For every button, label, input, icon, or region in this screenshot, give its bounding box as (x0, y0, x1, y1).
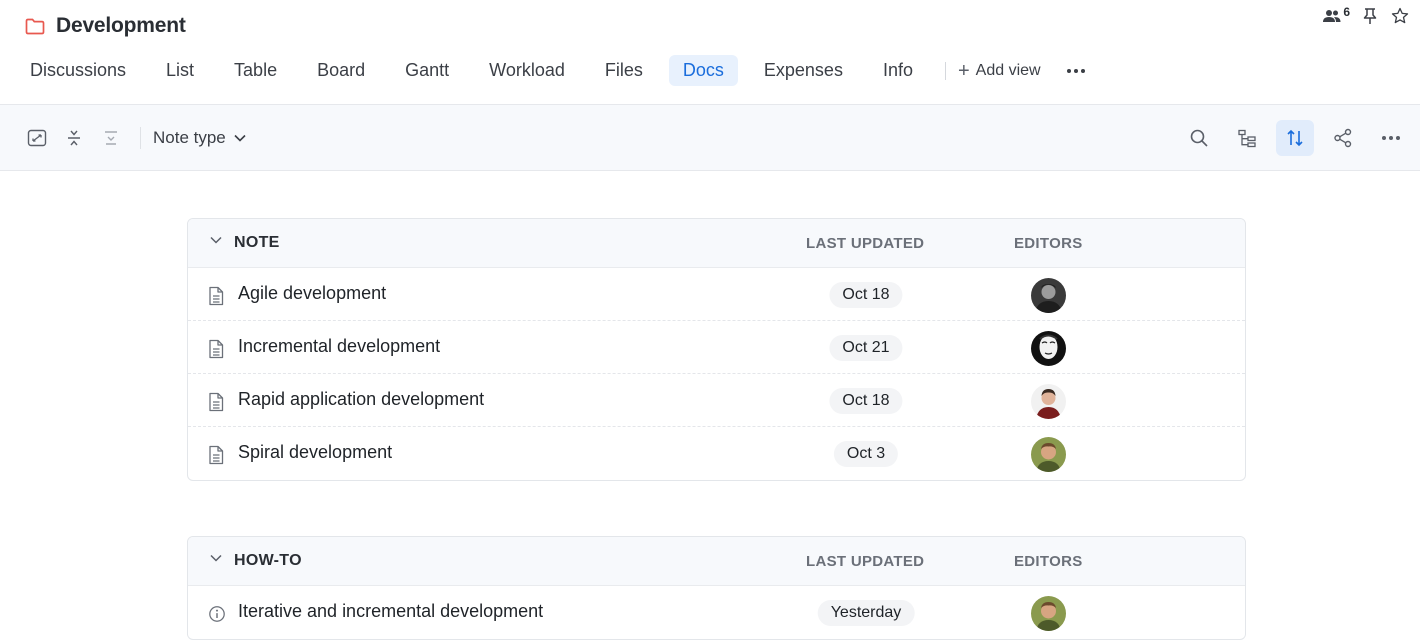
note-type-dropdown[interactable]: Note type (153, 128, 246, 148)
expand-icon[interactable] (26, 127, 48, 149)
info-icon (208, 604, 226, 624)
member-count: 6 (1343, 5, 1350, 19)
avatar[interactable] (1031, 331, 1066, 366)
members-icon (1323, 10, 1341, 22)
page-title: Development (56, 14, 186, 37)
last-updated-badge: Oct 3 (833, 441, 899, 467)
folder-icon (24, 15, 46, 37)
tab-workload[interactable]: Workload (475, 55, 579, 86)
collapse-icon[interactable] (63, 127, 85, 149)
document-icon (208, 286, 226, 306)
chevron-down-icon[interactable] (210, 554, 224, 568)
last-updated-badge: Oct 21 (829, 335, 903, 361)
share-icon[interactable] (1324, 120, 1362, 156)
tabs-divider (944, 61, 946, 80)
tree-view-icon[interactable] (1228, 120, 1266, 156)
tab-table[interactable]: Table (220, 55, 291, 86)
toolbar-right (1180, 120, 1410, 156)
doc-row[interactable]: Rapid application development Oct 18 (188, 374, 1245, 427)
last-updated-badge: Oct 18 (829, 282, 903, 308)
doc-title[interactable]: Iterative and incremental development (238, 601, 543, 622)
group-header: NOTE LAST UPDATED EDITORS (188, 219, 1245, 268)
docs-toolbar: Note type (0, 105, 1420, 171)
tab-gantt[interactable]: Gantt (391, 55, 463, 86)
title-row: Development (24, 14, 186, 38)
doc-title[interactable]: Rapid application development (238, 389, 484, 410)
tab-info[interactable]: Info (869, 55, 927, 86)
avatar[interactable] (1031, 437, 1066, 472)
tab-docs[interactable]: Docs (668, 55, 738, 86)
chevron-down-icon (234, 134, 246, 142)
doc-row[interactable]: Incremental development Oct 21 (188, 321, 1245, 374)
document-icon (208, 339, 226, 359)
tab-expenses[interactable]: Expenses (750, 55, 857, 86)
tab-board[interactable]: Board (303, 55, 379, 86)
more-icon[interactable] (1372, 120, 1410, 156)
collapse-all-icon[interactable] (100, 127, 122, 149)
plus-icon: + (957, 59, 970, 82)
search-icon[interactable] (1180, 120, 1218, 156)
toolbar-left: Note type (26, 127, 246, 149)
star-icon[interactable] (1390, 6, 1410, 26)
last-updated-badge: Yesterday (817, 600, 915, 626)
add-view-label: Add view (975, 61, 1041, 79)
avatar[interactable] (1031, 596, 1066, 631)
column-editors[interactable]: EDITORS (1014, 553, 1083, 570)
avatar[interactable] (1031, 384, 1066, 419)
doc-row[interactable]: Agile development Oct 18 (188, 268, 1245, 321)
pin-icon[interactable] (1360, 6, 1380, 26)
tab-list[interactable]: List (152, 55, 208, 86)
note-type-label: Note type (153, 128, 226, 147)
last-updated-badge: Oct 18 (829, 388, 903, 414)
column-last-updated[interactable]: LAST UPDATED (806, 235, 924, 252)
doc-title[interactable]: Agile development (238, 283, 386, 304)
group-header: HOW-TO LAST UPDATED EDITORS (188, 537, 1245, 586)
toolbar-divider (140, 127, 141, 149)
group-title: HOW-TO (234, 552, 302, 569)
group-note: NOTE LAST UPDATED EDITORS Agile developm… (187, 218, 1246, 481)
sort-icon[interactable] (1276, 120, 1314, 156)
tab-files[interactable]: Files (591, 55, 657, 86)
tab-discussions[interactable]: Discussions (16, 55, 140, 86)
doc-title[interactable]: Incremental development (238, 336, 440, 357)
avatar[interactable] (1031, 278, 1066, 313)
document-icon (208, 392, 226, 412)
column-editors[interactable]: EDITORS (1014, 235, 1083, 252)
view-tabs: Discussions List Table Board Gantt Workl… (16, 55, 1085, 86)
doc-row[interactable]: Iterative and incremental development Ye… (188, 586, 1245, 639)
header-actions: 6 (1322, 5, 1410, 26)
document-icon (208, 445, 226, 465)
chevron-down-icon[interactable] (210, 236, 224, 250)
group-how-to: HOW-TO LAST UPDATED EDITORS Iterative an… (187, 536, 1246, 640)
group-title: NOTE (234, 234, 280, 251)
add-view-button[interactable]: + Add view (958, 61, 1041, 81)
column-last-updated[interactable]: LAST UPDATED (806, 553, 924, 570)
more-views-icon[interactable] (1066, 68, 1085, 73)
doc-title[interactable]: Spiral development (238, 442, 392, 463)
members-button[interactable]: 6 (1322, 5, 1350, 24)
page-header: Development 6 Discussions List Table Boa… (0, 0, 1420, 105)
doc-row[interactable]: Spiral development Oct 3 (188, 427, 1245, 480)
